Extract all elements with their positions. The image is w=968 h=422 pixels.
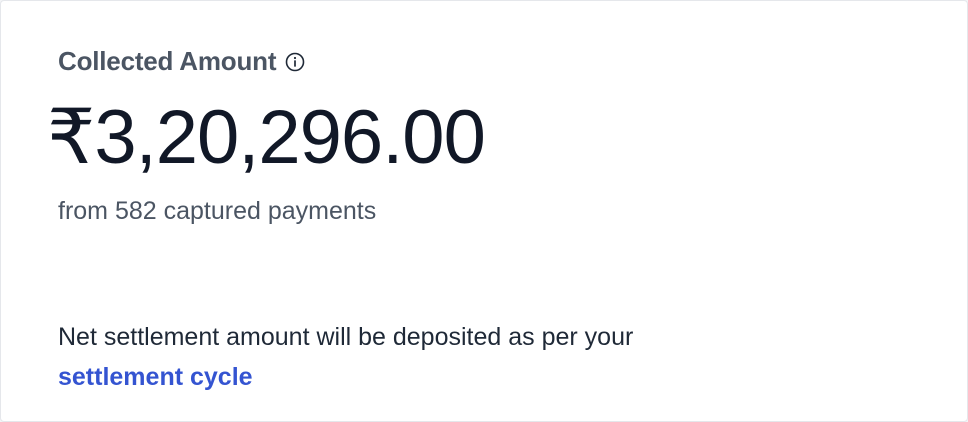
collected-amount-value: ₹3,20,296.00 [47, 95, 486, 180]
settlement-note: Net settlement amount will be deposited … [58, 317, 918, 397]
card-title: Collected Amount [58, 46, 277, 76]
card-header: Collected Amount [58, 45, 306, 77]
info-icon[interactable] [284, 51, 306, 73]
collected-amount-card: Collected Amount ₹3,20,296.00 from 582 c… [0, 0, 968, 422]
settlement-note-text: Net settlement amount will be deposited … [58, 323, 634, 351]
settlement-cycle-link[interactable]: settlement cycle [58, 357, 253, 397]
captured-payments-count: from 582 captured payments [58, 197, 377, 225]
